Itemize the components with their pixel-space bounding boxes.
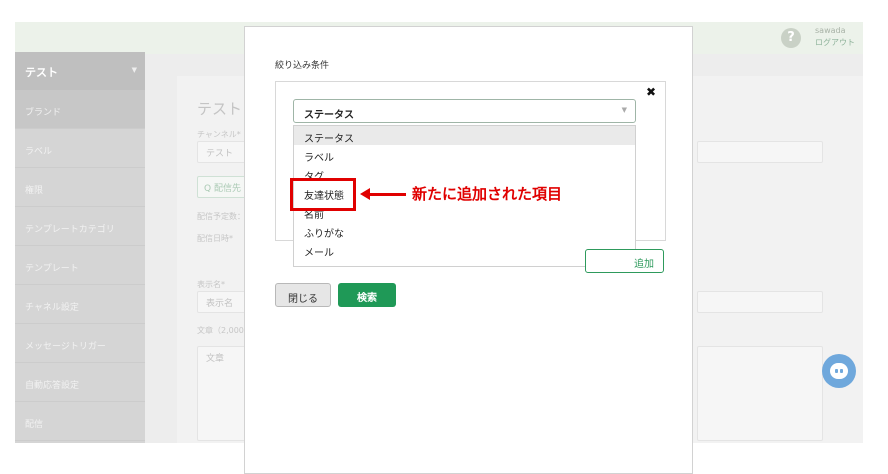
scheduled-count-label: 配信予定数：: [197, 212, 245, 221]
close-button[interactable]: 閉じる: [275, 283, 331, 307]
modal-title: 絞り込み条件: [275, 61, 330, 71]
close-icon[interactable]: ✖: [646, 85, 656, 99]
chevron-down-icon: ▼: [621, 106, 627, 114]
filter-modal: 絞り込み条件 ✖ ステータス ▼ ステータス ラベル タグ 友達状態 名前 ふり…: [244, 26, 693, 474]
option-label[interactable]: ラベル: [294, 145, 635, 164]
highlight-box: [290, 178, 356, 211]
sidebar-brand-selector[interactable]: テスト ▼: [15, 52, 145, 90]
select-value: ステータス: [304, 110, 354, 121]
display-name-label: 表示名*: [197, 280, 225, 289]
filter-field-select[interactable]: ステータス ▼: [293, 99, 636, 123]
sidebar: テスト ▼ ブランド ラベル 権限 テンプレートカテゴリ テンプレート チャネル…: [15, 52, 145, 443]
sidebar-item-permission[interactable]: 権限: [15, 168, 145, 207]
body-textarea-extension[interactable]: [697, 346, 823, 441]
sidebar-item-template[interactable]: テンプレート: [15, 246, 145, 285]
chat-bubble-icon[interactable]: [822, 354, 856, 388]
sidebar-item-channel-settings[interactable]: チャネル設定: [15, 285, 145, 324]
help-icon[interactable]: ?: [781, 28, 801, 48]
page-title: テスト: [197, 100, 243, 118]
channel-select-extension[interactable]: [697, 141, 823, 163]
annotation-label: 新たに追加された項目: [412, 185, 563, 203]
sidebar-header-label: テスト: [25, 66, 58, 79]
body-label: 文章（2,000: [197, 326, 244, 335]
add-condition-button[interactable]: 追加: [585, 249, 664, 273]
option-email[interactable]: メール: [294, 240, 635, 259]
chevron-down-icon: ▼: [131, 66, 137, 74]
chat-face: [830, 363, 848, 379]
username: sawada: [815, 26, 846, 35]
search-button[interactable]: 検索: [338, 283, 396, 307]
sidebar-item-template-category[interactable]: テンプレートカテゴリ: [15, 207, 145, 246]
logout-link[interactable]: ログアウト: [815, 37, 855, 49]
sidebar-item-message-trigger[interactable]: メッセージトリガー: [15, 324, 145, 363]
option-furigana[interactable]: ふりがな: [294, 221, 635, 240]
datetime-label: 配信日時*: [197, 234, 233, 243]
user-menu: sawada ログアウト: [815, 25, 855, 49]
sidebar-item-brand[interactable]: ブランド: [15, 90, 145, 129]
option-status[interactable]: ステータス: [294, 126, 635, 145]
display-name-input-extension[interactable]: [697, 291, 823, 313]
sidebar-item-label[interactable]: ラベル: [15, 129, 145, 168]
sidebar-item-auto-reply[interactable]: 自動応答設定: [15, 363, 145, 402]
channel-label: チャンネル*: [197, 130, 241, 139]
arrow-shaft: [368, 193, 406, 196]
sidebar-item-delivery[interactable]: 配信: [15, 402, 145, 441]
